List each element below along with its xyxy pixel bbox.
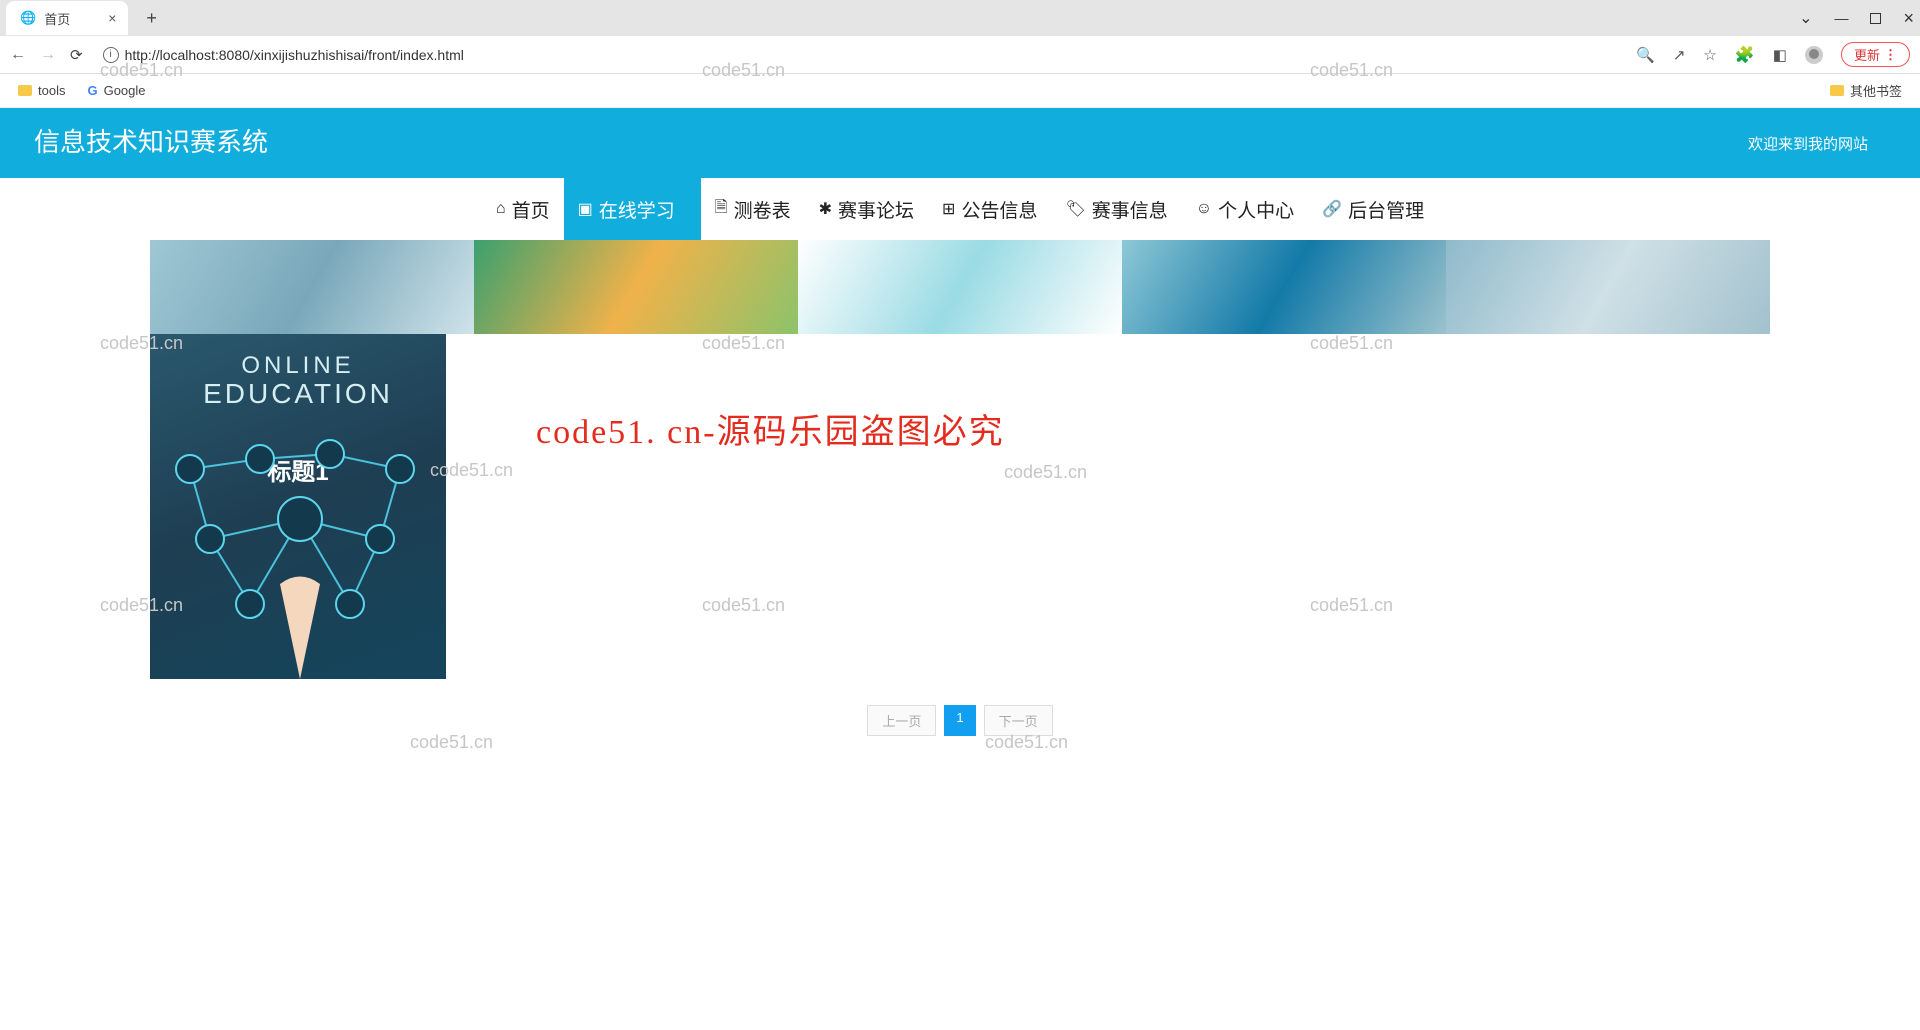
network-graphic-icon (150, 429, 446, 679)
folder-icon (18, 85, 32, 96)
bookmark-other[interactable]: 其他书签 (1830, 81, 1902, 100)
forward-icon[interactable]: → (40, 46, 56, 64)
banner-strip (150, 240, 1770, 334)
tab-bar: 🌐 首页 × + ⌄ — × (0, 0, 1920, 36)
browser-tab[interactable]: 🌐 首页 × (6, 1, 128, 35)
window-controls: ⌄ — × (1799, 8, 1914, 29)
home-icon: ⌂ (496, 200, 506, 218)
share-icon[interactable]: ↗ (1673, 46, 1686, 64)
pager-prev[interactable]: 上一页 (867, 705, 936, 736)
nav-admin[interactable]: 🔗后台管理 (1308, 178, 1438, 240)
site-header: 信息技术知识赛系统 欢迎来到我的网站 (0, 108, 1920, 178)
asterisk-icon: ✱ (819, 199, 832, 219)
google-icon: G (87, 83, 97, 98)
banner-segment (798, 240, 1122, 334)
pagination: 上一页 1 下一页 (0, 705, 1920, 736)
grid-icon: ▣ (578, 199, 593, 219)
banner-segment (474, 240, 798, 334)
user-icon: ☺ (1196, 200, 1212, 218)
site-title: 信息技术知识赛系统 (34, 127, 268, 158)
nav-forum[interactable]: ✱赛事论坛 (805, 178, 928, 240)
main-nav: ⌂首页 ▣在线学习 🗎测卷表 ✱赛事论坛 ⊞公告信息 🏷赛事信息 ☺个人中心 🔗… (0, 178, 1920, 240)
tab-title: 首页 (44, 9, 70, 28)
center-area: code51. cn-源码乐园盗图必究 (446, 334, 1770, 679)
nav-event-info[interactable]: 🏷赛事信息 (1051, 178, 1181, 240)
address-bar: ← → ⟳ i http://localhost:8080/xinxijishu… (0, 36, 1920, 74)
nav-announcement[interactable]: ⊞公告信息 (928, 178, 1051, 240)
banner-segment (150, 240, 474, 334)
minimize-icon[interactable]: — (1834, 10, 1848, 26)
pager-page-1[interactable]: 1 (944, 705, 975, 736)
bookmarks-bar: tools G Google 其他书签 (0, 74, 1920, 108)
close-tab-icon[interactable]: × (108, 10, 116, 26)
maximize-icon[interactable] (1870, 13, 1881, 24)
pager-next[interactable]: 下一页 (984, 705, 1053, 736)
tag-icon: 🏷 (1065, 199, 1085, 219)
site-info-icon[interactable]: i (103, 47, 119, 63)
nav-personal-center[interactable]: ☺个人中心 (1182, 178, 1308, 240)
profile-avatar-icon[interactable] (1805, 46, 1823, 64)
back-icon[interactable]: ← (10, 46, 26, 64)
nav-active-indicator (689, 178, 701, 240)
sidepanel-icon[interactable]: ◧ (1773, 46, 1787, 64)
browser-chrome: 🌐 首页 × + ⌄ — × ← → ⟳ i http://localhost:… (0, 0, 1920, 108)
link-icon: 🔗 (1322, 199, 1342, 219)
news-icon: ⊞ (942, 199, 955, 219)
new-tab-button[interactable]: + (146, 8, 157, 29)
banner-segment (1122, 240, 1446, 334)
nav-online-study[interactable]: ▣在线学习 (564, 178, 689, 240)
zoom-icon[interactable]: 🔍 (1636, 46, 1655, 64)
document-icon: 🗎 (715, 196, 728, 223)
close-window-icon[interactable]: × (1903, 8, 1914, 29)
update-button[interactable]: 更新⋮ (1841, 42, 1910, 67)
folder-icon (1830, 85, 1844, 96)
welcome-text: 欢迎来到我的网站 (1748, 133, 1868, 154)
card-line1: ONLINE (241, 352, 354, 380)
watermark-warning-text: code51. cn-源码乐园盗图必究 (536, 404, 1770, 453)
nav-exam-paper[interactable]: 🗎测卷表 (701, 178, 805, 240)
course-card[interactable]: ONLINE EDUCATION 标题1 (150, 334, 446, 679)
url-field[interactable]: i http://localhost:8080/xinxijishuzhishi… (103, 47, 1623, 63)
banner-segment (1446, 240, 1770, 334)
extensions-icon[interactable]: 🧩 (1735, 45, 1755, 65)
nav-home[interactable]: ⌂首页 (482, 178, 564, 240)
bookmark-google[interactable]: G Google (87, 83, 145, 98)
card-line2: EDUCATION (203, 378, 393, 410)
globe-icon: 🌐 (20, 10, 36, 26)
bookmark-tools[interactable]: tools (18, 83, 65, 98)
chevron-down-icon[interactable]: ⌄ (1799, 8, 1812, 28)
reload-icon[interactable]: ⟳ (70, 46, 83, 64)
star-icon[interactable]: ☆ (1703, 46, 1716, 64)
url-text: http://localhost:8080/xinxijishuzhishisa… (125, 47, 464, 63)
content-row: ONLINE EDUCATION 标题1 code51. cn-源码乐园盗图必究 (150, 334, 1770, 679)
